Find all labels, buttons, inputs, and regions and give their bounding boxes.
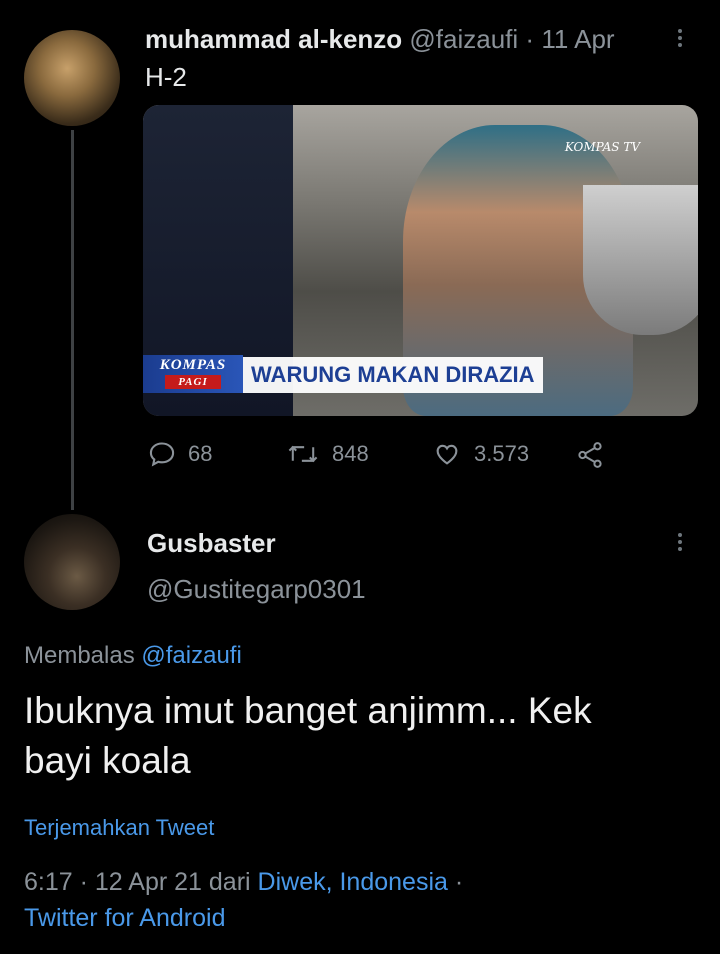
reply-time: 6:17: [24, 868, 73, 896]
reply-avatar[interactable]: [24, 514, 120, 610]
translate-link[interactable]: Terjemahkan Tweet: [24, 815, 214, 841]
share-icon: [578, 442, 602, 468]
tweet-date[interactable]: 11 Apr: [541, 24, 614, 54]
share-action[interactable]: [575, 440, 605, 470]
meta-separator: ·: [454, 868, 464, 896]
more-options-icon[interactable]: [678, 26, 682, 50]
reply-text: Ibuknya imut banget anjimm... Kek bayi k…: [24, 686, 592, 786]
author-name[interactable]: muhammad al-kenzo: [145, 24, 402, 54]
tweet-text: H-2: [145, 62, 187, 92]
header-separator: ·: [525, 24, 535, 54]
reply-author-name[interactable]: Gusbaster: [147, 528, 276, 559]
media-scene-bowl: [583, 185, 698, 335]
more-options-icon[interactable]: [678, 530, 682, 554]
reply-date: 12 Apr 21: [94, 868, 202, 896]
program-top: KOMPAS: [159, 357, 227, 373]
from-prefix: dari: [208, 868, 251, 896]
reply-text-line1: Ibuknya imut banget anjimm... Kek: [24, 690, 592, 731]
reply-meta: 6:17 · 12 Apr 21 dari Diwek, Indonesia ·…: [24, 864, 704, 936]
tweet-media[interactable]: KOMPAS TV KOMPAS PAGI WARUNG MAKAN DIRAZ…: [143, 105, 698, 416]
retweet-icon: [288, 445, 318, 463]
like-action[interactable]: 3.573: [432, 440, 529, 468]
author-avatar[interactable]: [24, 30, 120, 126]
author-handle[interactable]: @faizaufi: [409, 24, 518, 54]
program-bottom: PAGI: [165, 375, 221, 389]
like-count: 3.573: [474, 441, 530, 466]
reply-count: 68: [188, 441, 213, 466]
kompas-tv-logo: KOMPAS TV: [564, 140, 640, 154]
reply-text-line2: bayi koala: [24, 740, 191, 781]
thread-line: [71, 130, 74, 510]
like-icon: [436, 444, 458, 465]
reply-icon: [149, 442, 175, 467]
retweet-count: 848: [332, 441, 369, 466]
reply-author-handle[interactable]: @Gustitegarp0301: [147, 574, 366, 605]
replying-handle[interactable]: @faizaufi: [141, 642, 241, 669]
media-headline: WARUNG MAKAN DIRAZIA: [243, 357, 543, 393]
meta-separator: ·: [79, 868, 88, 896]
program-badge: KOMPAS PAGI: [143, 355, 243, 393]
replying-prefix: Membalas: [24, 642, 135, 669]
retweet-action[interactable]: 848: [286, 440, 369, 468]
location-link[interactable]: Diwek, Indonesia: [258, 868, 448, 896]
tweet-header: muhammad al-kenzo @faizaufi · 11 Apr: [145, 24, 615, 55]
client-link[interactable]: Twitter for Android: [24, 904, 225, 932]
reply-action[interactable]: 68: [148, 440, 212, 468]
replying-to: Membalas @faizaufi: [24, 642, 242, 670]
